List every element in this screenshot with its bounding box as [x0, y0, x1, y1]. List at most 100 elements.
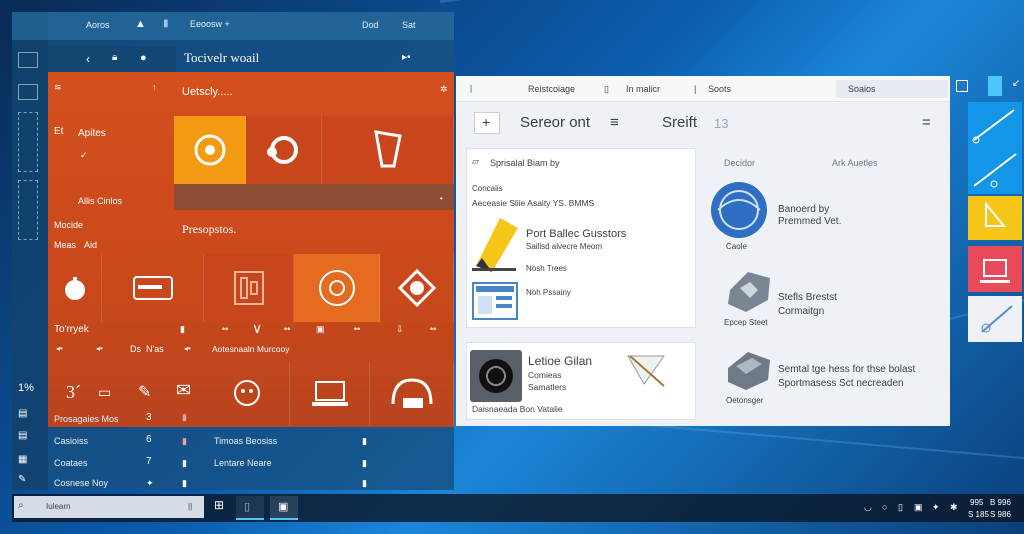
download-icon[interactable]: ⇩: [396, 324, 404, 335]
tile-link[interactable]: [968, 296, 1022, 342]
notification-icon[interactable]: ▣: [914, 502, 923, 513]
more-icon[interactable]: ◂•: [96, 344, 103, 353]
item-caption: Epcep Steet: [724, 318, 768, 327]
window-icon: [980, 259, 1010, 283]
square-icon[interactable]: [956, 80, 968, 92]
card-sub: Comieas: [528, 370, 562, 380]
search-input[interactable]: [14, 496, 204, 518]
settings-icon[interactable]: ✲: [440, 84, 448, 95]
more-icon[interactable]: ••: [222, 324, 228, 334]
item-title[interactable]: Semtal tge hess for thse bolast: [778, 364, 915, 375]
back-icon[interactable]: ‹: [86, 52, 90, 66]
item-title[interactable]: Banoerd by: [778, 204, 829, 215]
center-title: Sereor ont: [520, 114, 591, 131]
page-icon: ▮: [362, 478, 367, 488]
tile-line-chart[interactable]: [968, 102, 1022, 148]
grid-icon[interactable]: [18, 52, 38, 68]
tile-trend[interactable]: [968, 148, 1022, 194]
grid-icon[interactable]: ▭: [98, 384, 111, 401]
doc-icon[interactable]: ▯: [604, 84, 609, 95]
list-icon[interactable]: [18, 112, 38, 172]
tile-triangle[interactable]: [968, 196, 1022, 240]
list-icon[interactable]: ▤: [18, 408, 27, 419]
list-item-count: 3: [146, 412, 152, 423]
item-caption: Caole: [726, 242, 747, 251]
mic-icon[interactable]: ||: [188, 502, 192, 511]
grid-icon[interactable]: ▦: [18, 454, 27, 465]
lock-icon[interactable]: 🔒︎: [112, 52, 117, 63]
tile-laptop[interactable]: [290, 362, 370, 426]
pin-icon[interactable]: ↙: [1012, 78, 1020, 89]
small-label: N'as: [146, 344, 164, 354]
app-name: Eeoosw +: [190, 19, 230, 29]
more-icon[interactable]: ✱: [950, 502, 958, 513]
image-icon[interactable]: ▣: [316, 324, 325, 335]
battery-icon[interactable]: ▯: [898, 502, 903, 513]
card-item-title[interactable]: Port Ballec Gusstors: [526, 228, 626, 240]
user-icon[interactable]: ●: [140, 52, 147, 64]
tile-globe[interactable]: [380, 254, 454, 322]
chat-icon: [194, 134, 225, 166]
tile-chat[interactable]: [174, 116, 246, 184]
titlebar-label: Sat: [402, 20, 416, 30]
tile-bell[interactable]: [48, 254, 102, 322]
item-sub: Sportmasess Sct necreaden: [778, 378, 904, 389]
grid-icon[interactable]: [18, 84, 38, 100]
laptop-icon: [311, 381, 348, 406]
more-icon[interactable]: ✦: [146, 478, 154, 489]
menu-icon[interactable]: ≡: [610, 114, 619, 131]
network-icon[interactable]: ○: [882, 502, 887, 512]
window-icon[interactable]: [988, 76, 1002, 96]
pin-icon[interactable]: ↑: [152, 82, 157, 92]
more-icon[interactable]: ◂•: [56, 344, 63, 353]
page-icon: ▮: [182, 478, 187, 488]
tab-count: 13: [714, 116, 729, 131]
card-item-sub: Sailisd alvecre Meom: [526, 242, 603, 251]
tile-window[interactable]: [968, 246, 1022, 292]
chevron-down-icon[interactable]: ✓: [80, 150, 88, 161]
star-icon[interactable]: ✦: [932, 502, 940, 513]
page-icon[interactable]: ▮: [180, 324, 185, 335]
edit-icon[interactable]: ✎: [18, 474, 26, 485]
up-arrow-icon[interactable]: ▲: [135, 18, 146, 30]
tile-person[interactable]: [204, 362, 290, 426]
edit-icon[interactable]: ✎: [138, 382, 151, 402]
more-icon[interactable]: ••: [430, 324, 436, 334]
menu-icon[interactable]: ≋: [54, 82, 62, 93]
list-item-label: Timoas Beosiss: [214, 436, 278, 446]
card-title[interactable]: Letioe Gilan: [528, 354, 592, 368]
toolbar-item[interactable]: Soots: [708, 84, 731, 94]
list-icon[interactable]: ▤: [18, 430, 27, 441]
side-label: Mocide: [54, 220, 84, 230]
item-title[interactable]: Stefls Brestst: [778, 292, 837, 303]
tile-sliders[interactable]: [204, 254, 294, 322]
tile-target[interactable]: [294, 254, 380, 322]
start-icon[interactable]: ⊞: [214, 498, 224, 512]
tile-card[interactable]: [102, 254, 204, 322]
sound-icon[interactable]: ◡: [864, 502, 872, 513]
cup-icon: [373, 130, 402, 168]
trend-icon: [973, 153, 1017, 188]
more-icon[interactable]: •: [440, 194, 443, 203]
item-caption: Oetonsger: [726, 396, 764, 405]
list-icon[interactable]: [18, 180, 38, 240]
toolbar-item[interactable]: Reistcoiage: [528, 84, 575, 94]
card-icon: [132, 276, 173, 300]
options-icon[interactable]: =: [922, 114, 931, 131]
tile-car[interactable]: [370, 362, 454, 426]
tile-headset[interactable]: [246, 116, 322, 184]
tile-cup[interactable]: [322, 116, 454, 184]
side-label: Aid: [84, 240, 98, 250]
more-icon[interactable]: ◂•: [184, 344, 191, 353]
play-icon[interactable]: ▸•: [402, 52, 411, 63]
card-sub: Samatlers: [528, 382, 567, 392]
camera-icon: [470, 350, 522, 402]
list-item-label: Lentare Neare: [214, 458, 272, 468]
chevron-down-icon[interactable]: ∨: [252, 320, 262, 337]
tab-label[interactable]: Sreift: [662, 114, 697, 131]
more-icon[interactable]: ••: [284, 324, 290, 334]
mail-icon[interactable]: ✉: [176, 380, 191, 401]
more-icon[interactable]: ••: [354, 324, 360, 334]
tile-footer-bar: [174, 184, 454, 210]
toolbar-item[interactable]: In malicr: [626, 84, 660, 94]
